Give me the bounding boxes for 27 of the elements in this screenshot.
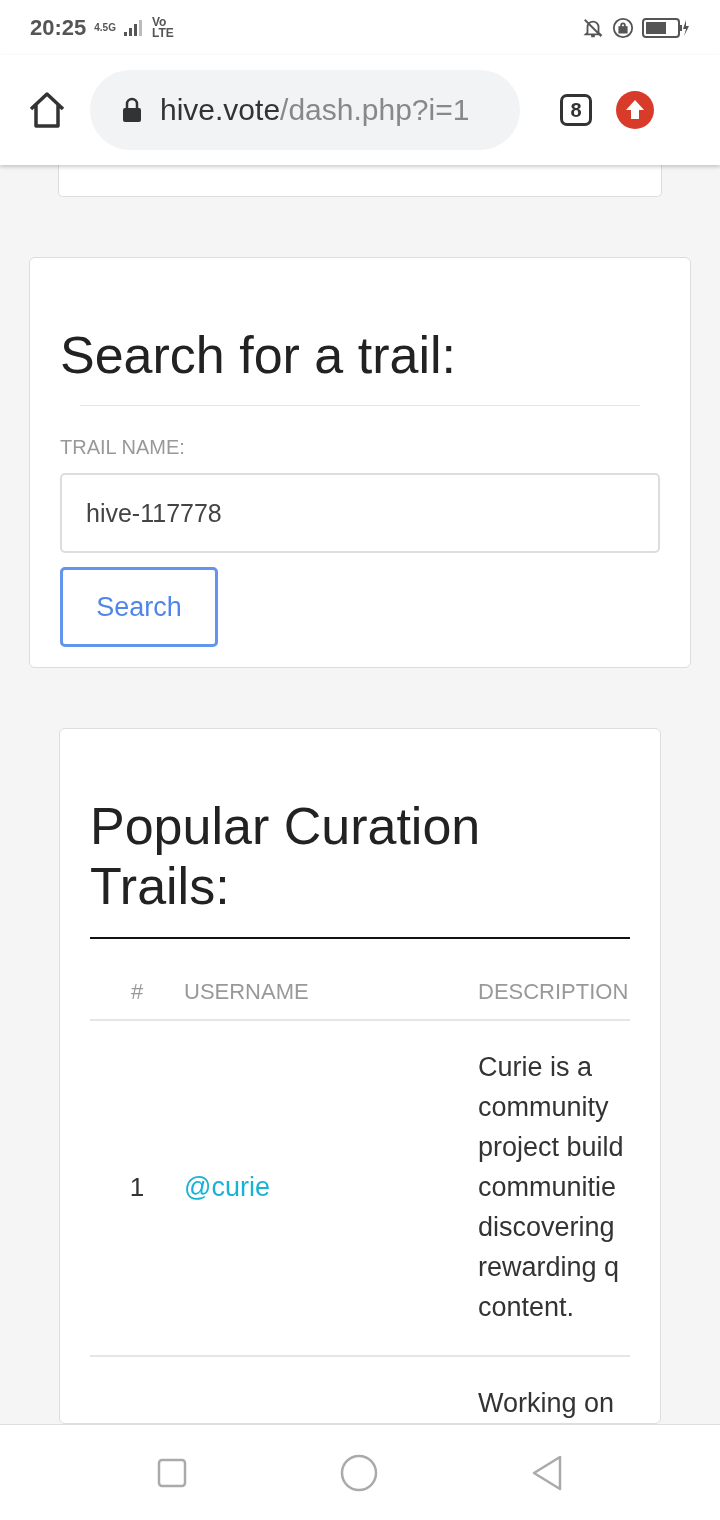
home-icon[interactable] bbox=[28, 91, 66, 129]
trail-name-field[interactable]: hive-117778 bbox=[60, 473, 660, 554]
card-title: Popular Curation Trails: bbox=[90, 797, 482, 917]
signal-icon bbox=[123, 19, 144, 36]
home-button-icon[interactable] bbox=[340, 1453, 378, 1492]
column-header: USERNAME bbox=[184, 979, 478, 1021]
card-title: Search for a trail: bbox=[60, 325, 457, 386]
bell-off-icon bbox=[582, 16, 604, 39]
network-type: 4.5G bbox=[94, 22, 116, 33]
update-icon[interactable] bbox=[616, 91, 654, 129]
field-label: TRAIL NAME: bbox=[60, 436, 186, 460]
description-cell-text: Curie is a community project build communitie discovering rewarding q content. bbox=[478, 1051, 624, 1324]
rotation-lock-icon bbox=[612, 16, 634, 39]
column-header: DESCRIPTION bbox=[478, 979, 630, 1021]
tab-count-button[interactable]: 8 bbox=[560, 94, 592, 126]
volte-label: Vo LTE bbox=[151, 16, 174, 39]
rank-cell: 1 bbox=[129, 1171, 145, 1203]
address-bar[interactable]: hive.vote/dash.php?i=1 bbox=[90, 70, 520, 150]
back-icon[interactable] bbox=[531, 1454, 564, 1491]
recent-apps-icon[interactable] bbox=[156, 1457, 187, 1488]
clock: 20:25 bbox=[30, 14, 87, 41]
url-text: hive.vote/dash.php?i=1 bbox=[160, 93, 470, 127]
battery-icon bbox=[642, 17, 690, 38]
search-button[interactable]: Search bbox=[60, 567, 218, 648]
lock-icon bbox=[122, 97, 142, 123]
column-header: # bbox=[90, 979, 184, 1021]
description-cell-text: Working on bbox=[478, 1387, 615, 1420]
